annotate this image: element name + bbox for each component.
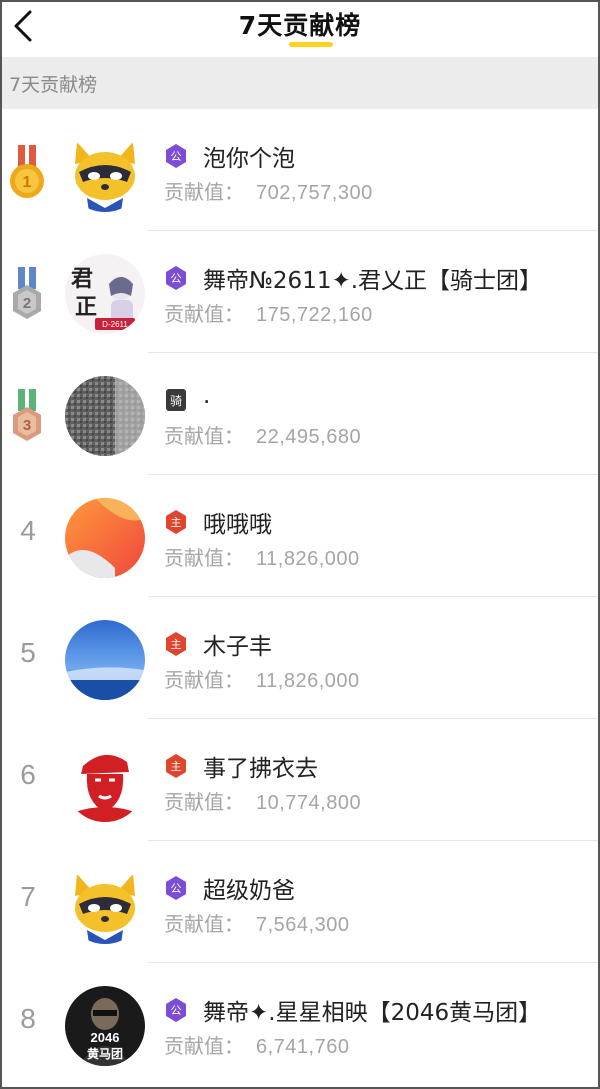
svg-text:主: 主 bbox=[171, 760, 182, 773]
rank-number: 5 bbox=[20, 637, 36, 668]
raccoon-mascot-avatar[interactable] bbox=[65, 132, 145, 212]
svg-text:公: 公 bbox=[171, 1004, 182, 1017]
svg-text:公: 公 bbox=[171, 272, 182, 285]
svg-text:黄马团: 黄马团 bbox=[87, 1046, 123, 1061]
svg-text:君: 君 bbox=[71, 266, 93, 292]
silver-medal-icon: 2 bbox=[13, 267, 41, 319]
svg-text:骑: 骑 bbox=[170, 394, 182, 408]
red-portrait-avatar[interactable] bbox=[65, 742, 145, 822]
contribution-value: 贡献值： 7,564,300 bbox=[164, 912, 350, 936]
svg-text:正: 正 bbox=[75, 294, 97, 320]
contribution-value: 贡献值： 11,826,000 bbox=[164, 546, 360, 570]
username: 事了拂衣去 bbox=[203, 756, 318, 782]
badge-icon: 主 bbox=[166, 632, 186, 656]
leaderboard-row[interactable]: 3 骑 . 贡献值： 22,495,680 bbox=[0, 353, 600, 475]
gold-medal-icon: 1 bbox=[10, 145, 44, 198]
bronze-medal-icon: 3 bbox=[13, 389, 41, 441]
contribution-value: 贡献值： 175,722,160 bbox=[164, 302, 373, 326]
badge-icon: 公 bbox=[166, 998, 186, 1022]
svg-text:2046: 2046 bbox=[91, 1030, 120, 1045]
calligraphy-avatar[interactable]: 君 正 D-2611 bbox=[65, 254, 145, 334]
svg-text:D-2611: D-2611 bbox=[102, 320, 128, 329]
leaderboard-row[interactable]: 1 公 泡你个泡 贡献值： 702,757,300 bbox=[0, 109, 600, 231]
leaderboard-row[interactable]: 6 主 事了拂衣去 贡献值： 10,774,800 bbox=[0, 719, 600, 841]
badge-icon: 骑 bbox=[166, 389, 186, 411]
section-header: 7天贡献榜 bbox=[0, 57, 600, 109]
username: 木子丰 bbox=[203, 634, 272, 660]
svg-text:主: 主 bbox=[171, 638, 182, 651]
badge-icon: 公 bbox=[166, 144, 186, 168]
svg-text:公: 公 bbox=[171, 150, 182, 163]
svg-text:公: 公 bbox=[171, 882, 182, 895]
rank-number: 7 bbox=[20, 881, 36, 912]
leaderboard-row[interactable]: 8 2046 黄马团 公 舞帝✦.星星相映【2046黄马团】 贡献值： 6,741… bbox=[0, 963, 600, 1085]
username: 舞帝✦.星星相映【2046黄马团】 bbox=[203, 1000, 542, 1026]
contribution-value: 贡献值： 11,826,000 bbox=[164, 668, 360, 692]
username: . bbox=[203, 383, 211, 409]
contribution-value: 贡献值： 22,495,680 bbox=[164, 424, 362, 448]
section-label: 7天贡献榜 bbox=[9, 74, 98, 96]
badge-icon: 主 bbox=[166, 754, 186, 778]
leaderboard-row[interactable]: 5 主 木子丰 贡献值： 11,826,000 bbox=[0, 597, 600, 719]
username: 舞帝№2611✦.君乂正【骑士团】 bbox=[203, 268, 543, 294]
blue-sky-avatar[interactable] bbox=[65, 620, 145, 700]
username: 哦哦哦 bbox=[203, 512, 272, 538]
contribution-value: 贡献值： 702,757,300 bbox=[164, 180, 373, 204]
2046-avatar[interactable]: 2046 黄马团 bbox=[65, 986, 145, 1066]
leaderboard-row[interactable]: 2 君 正 D-2611 公 舞帝№2611✦.君乂正【骑士团】 贡献值： 175… bbox=[0, 231, 600, 353]
contribution-value: 贡献值： 10,774,800 bbox=[164, 790, 362, 814]
page-title: 7天贡献榜 bbox=[238, 11, 362, 40]
leaderboard-list: 1 公 泡你个泡 贡献值： 702,757,300 2 君 正 D-2611 公… bbox=[0, 109, 600, 1085]
username: 超级奶爸 bbox=[203, 878, 295, 904]
orange-gradient-avatar[interactable] bbox=[65, 498, 145, 578]
svg-text:2: 2 bbox=[23, 295, 31, 312]
badge-icon: 公 bbox=[166, 266, 186, 290]
badge-icon: 公 bbox=[166, 876, 186, 900]
username: 泡你个泡 bbox=[203, 146, 295, 172]
gray-texture-avatar[interactable] bbox=[65, 376, 145, 456]
rank-number: 6 bbox=[20, 759, 36, 790]
leaderboard-row[interactable]: 7 公 超级奶爸 贡献值： 7,564,300 bbox=[0, 841, 600, 963]
top-bar: 7天贡献榜 bbox=[0, 0, 600, 56]
rank-number: 4 bbox=[20, 515, 36, 546]
title-underline bbox=[289, 42, 333, 47]
badge-icon: 主 bbox=[166, 510, 186, 534]
contribution-value: 贡献值： 6,741,760 bbox=[164, 1034, 350, 1058]
medal-number: 1 bbox=[23, 174, 32, 191]
svg-text:主: 主 bbox=[171, 516, 182, 529]
svg-text:3: 3 bbox=[23, 417, 31, 434]
rank-number: 8 bbox=[20, 1003, 36, 1034]
leaderboard-row[interactable]: 4 主 哦哦哦 贡献值： 11,826,000 bbox=[0, 475, 600, 597]
raccoon-mascot-avatar[interactable] bbox=[65, 864, 145, 944]
